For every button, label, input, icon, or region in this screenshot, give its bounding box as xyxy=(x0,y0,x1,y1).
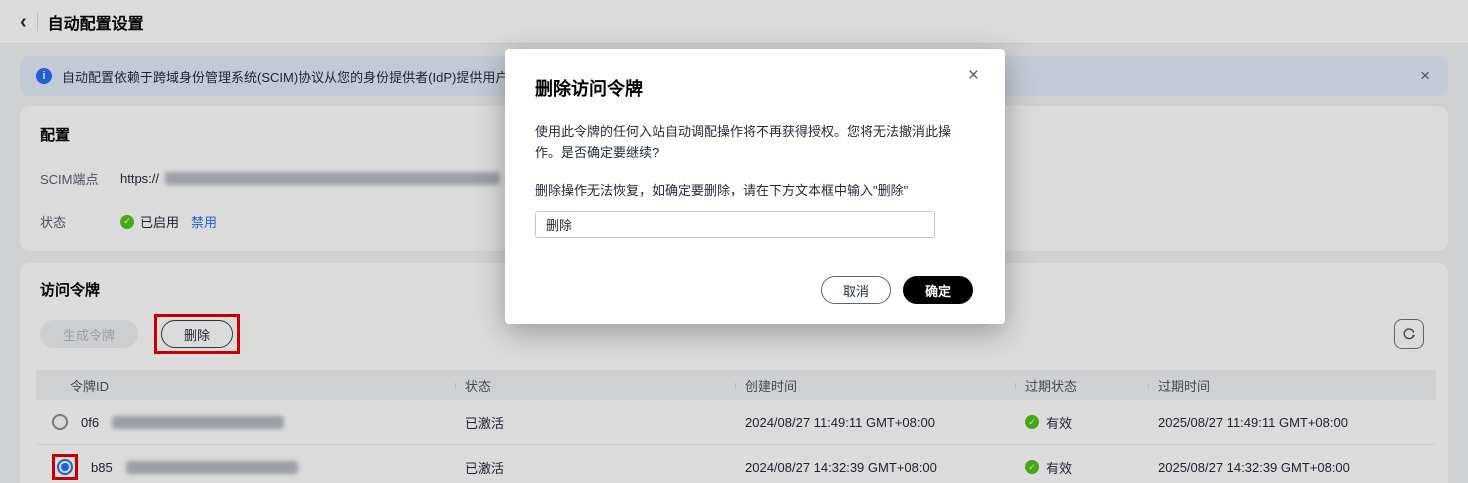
confirm-button[interactable]: 确定 xyxy=(902,276,973,304)
delete-token-modal: × 删除访问令牌 使用此令牌的任何入站自动调配操作将不再获得授权。您将无法撤消此… xyxy=(505,49,1005,324)
modal-body-text: 使用此令牌的任何入站自动调配操作将不再获得授权。您将无法撤消此操作。是否确定要继… xyxy=(535,124,952,160)
modal-confirm-instruction: 删除操作无法恢复，如确定要删除，请在下方文本框中输入"删除" xyxy=(535,183,909,198)
modal-title: 删除访问令牌 xyxy=(535,79,643,99)
delete-confirm-input[interactable] xyxy=(535,211,935,238)
modal-footer: 取消 确定 xyxy=(820,276,973,304)
cancel-button[interactable]: 取消 xyxy=(820,276,891,304)
modal-close-icon[interactable]: × xyxy=(968,65,979,87)
